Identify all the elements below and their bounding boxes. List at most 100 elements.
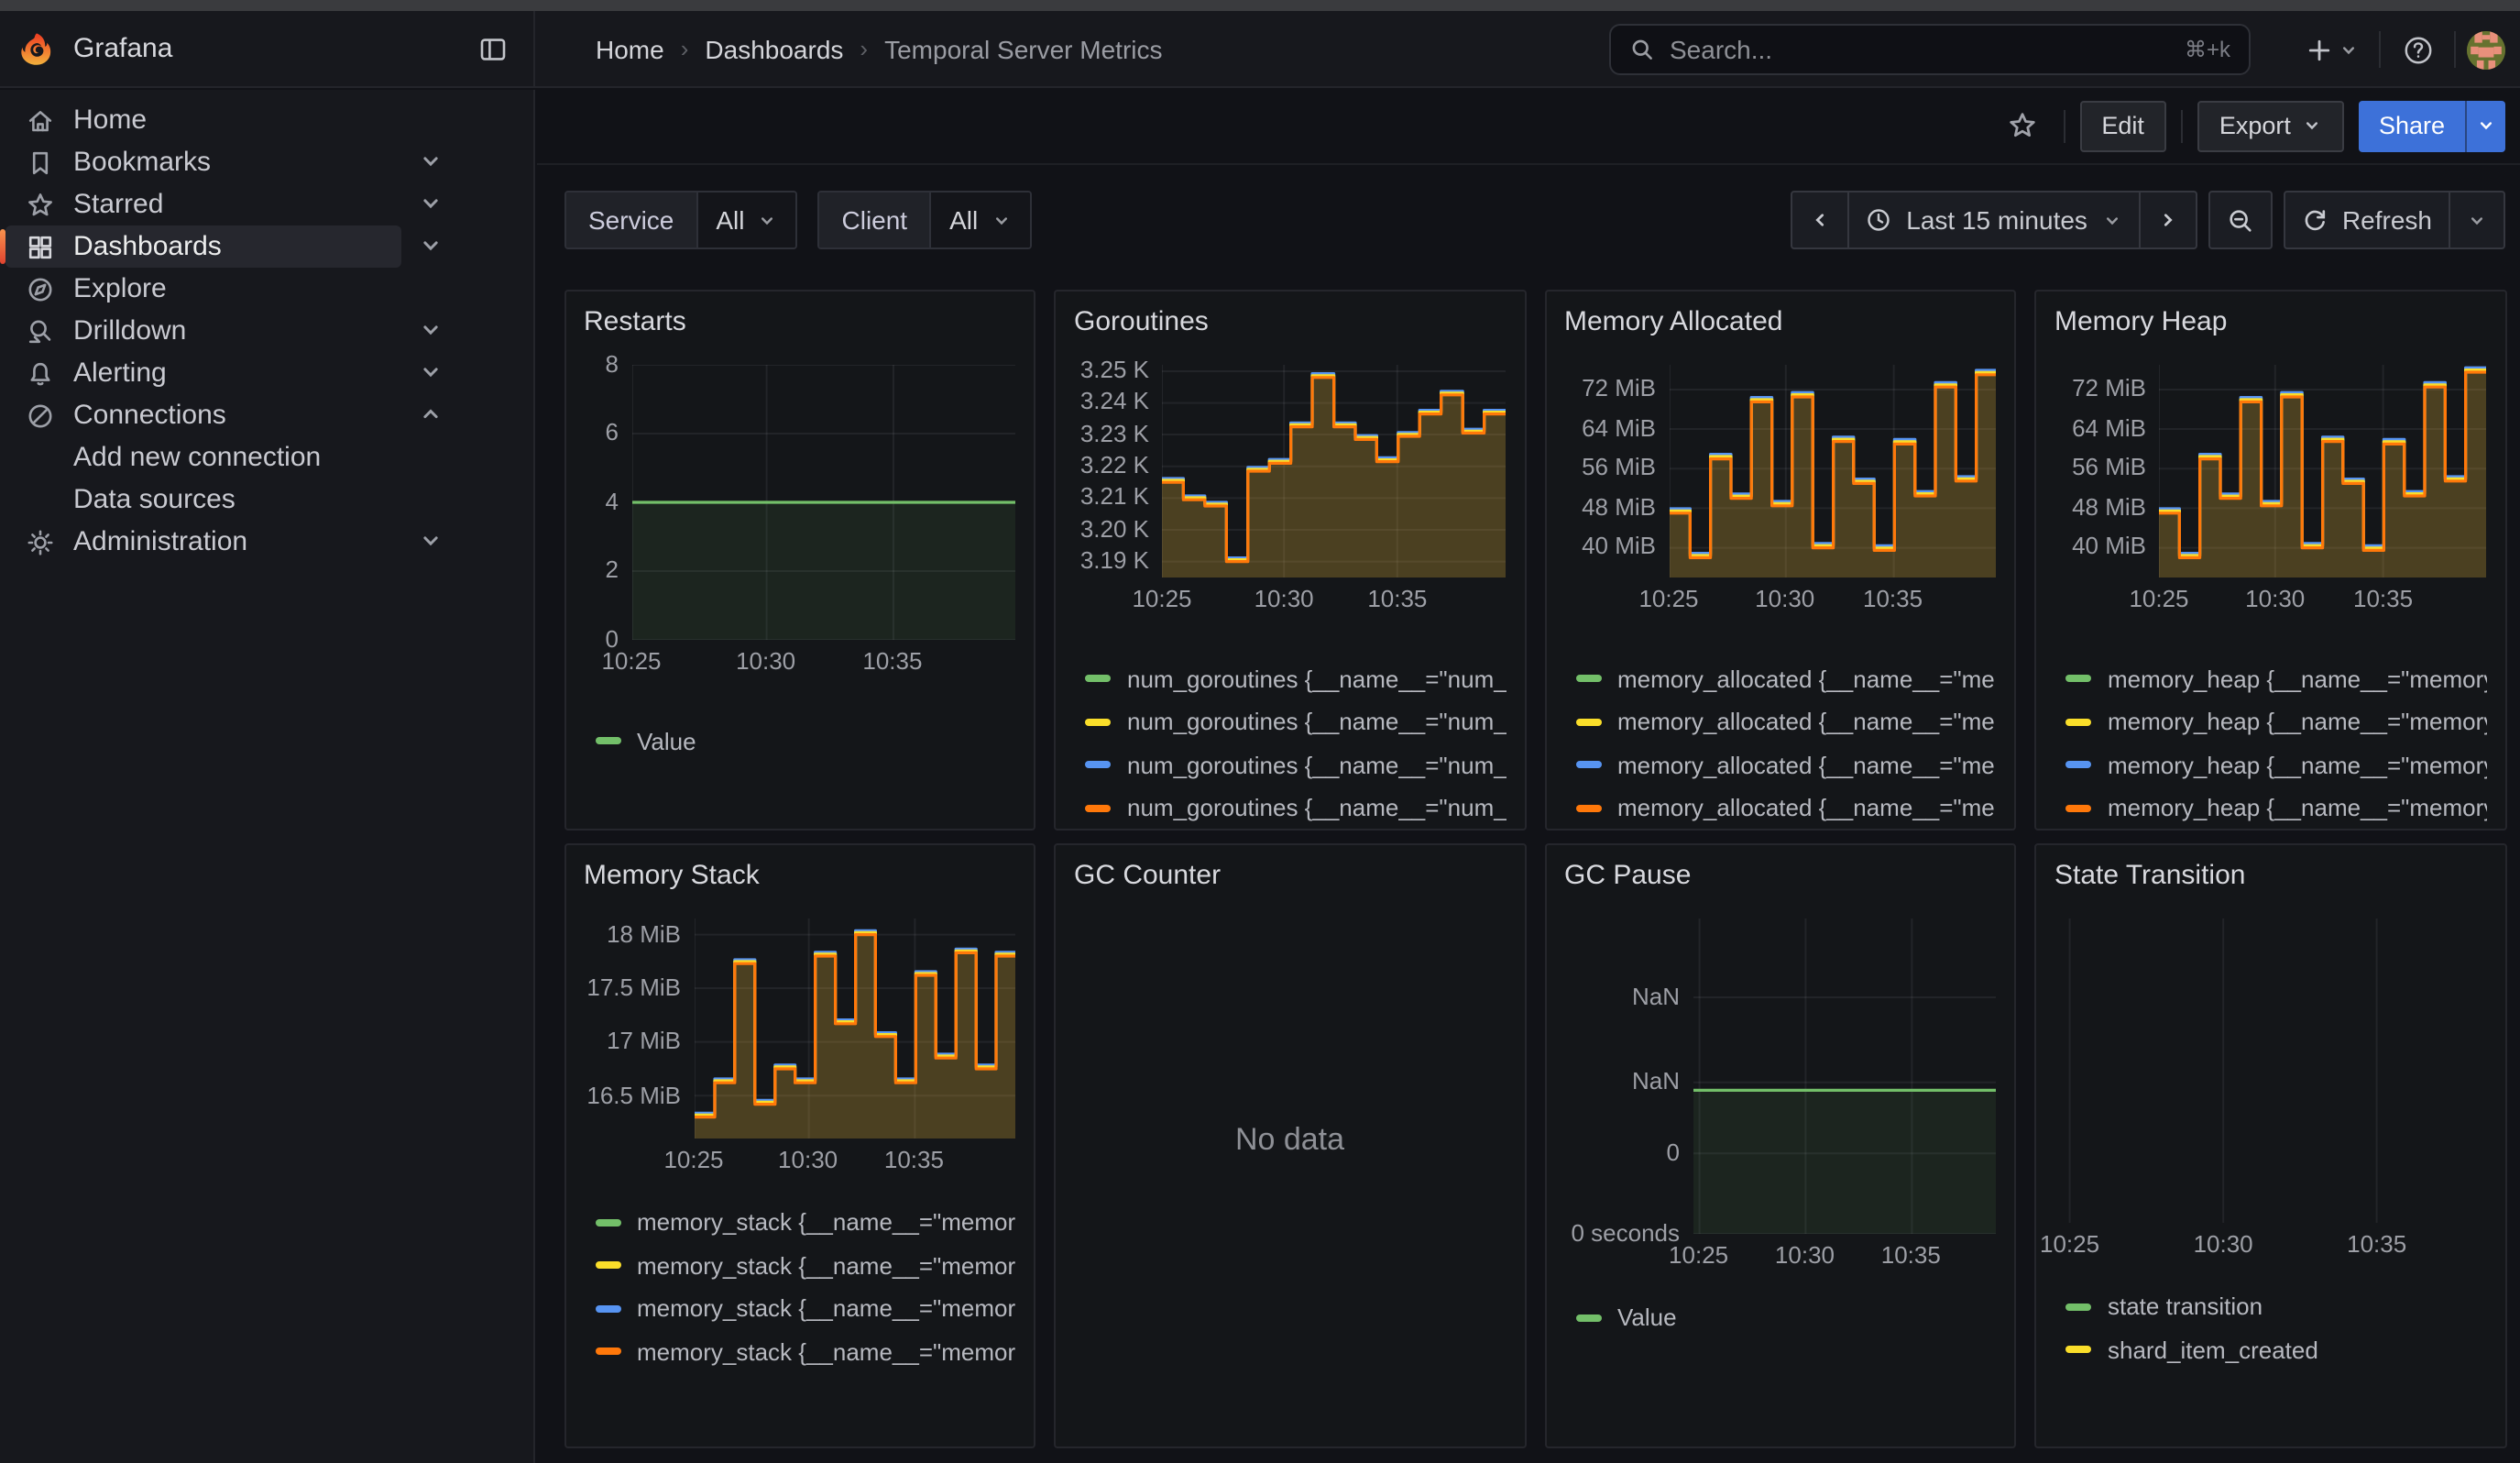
legend-series-marker [595, 738, 620, 745]
legend-series-label: memory_heap {__name__="memory_h [2108, 665, 2486, 692]
sidebar-item-add-new-connection: Add new connection [0, 436, 533, 478]
panel-title[interactable]: GC Pause [1564, 856, 1996, 896]
panel-title[interactable]: Memory Allocated [1564, 302, 1996, 342]
y-tick-label: 0 seconds [1571, 1219, 1680, 1247]
panel-state-transition: State Transition 10:2510:3010:35 state t… [2034, 843, 2506, 1448]
legend-item[interactable]: memory_stack {__name__="memory_s [584, 1287, 1015, 1330]
x-tick-label: 10:35 [1367, 584, 1427, 611]
plot-canvas[interactable] [2159, 364, 2486, 577]
legend-series-label: memory_allocated {__name__="memo [1617, 665, 1996, 692]
panel-title[interactable]: GC Counter [1074, 856, 1506, 896]
panel-title[interactable]: Memory Stack [584, 856, 1015, 896]
search-icon [1629, 37, 1655, 62]
plot-canvas[interactable] [1669, 364, 1996, 577]
legend-item[interactable]: memory_heap {__name__="memory_h [2054, 700, 2486, 743]
legend-item[interactable]: memory_stack {__name__="memory_s [584, 1244, 1015, 1287]
legend-item[interactable]: memory_heap {__name__="memory_h [2054, 743, 2486, 786]
sidebar-item-starred: Starred [0, 183, 533, 226]
breadcrumb-item[interactable]: Dashboards [705, 34, 843, 63]
panel-title[interactable]: Goroutines [1074, 302, 1506, 342]
legend-item[interactable]: memory_allocated {__name__="memo [1564, 700, 1996, 743]
grafana-logo-icon [18, 30, 55, 67]
legend-item[interactable]: memory_stack {__name__="memory_s [584, 1201, 1015, 1244]
panel-legend: Value [1564, 1296, 1996, 1339]
share-button[interactable]: Share [2359, 100, 2465, 151]
window-top-strip [0, 0, 2520, 11]
star-dashboard-icon[interactable] [1997, 100, 2048, 151]
dashboard-grid: Restarts 86420 10:2510:3010:35 Value Gor… [535, 165, 2520, 1463]
y-tick-label: NaN [1632, 983, 1680, 1010]
y-tick-label: 64 MiB [1582, 413, 1656, 441]
legend-series-label: num_goroutines {__name__="num_gor [1127, 665, 1506, 692]
plot-canvas[interactable] [631, 364, 1015, 639]
chevron-down-icon[interactable] [418, 148, 445, 176]
chevron-down-icon[interactable] [418, 191, 445, 218]
legend-item[interactable]: num_goroutines {__name__="num_gor [1074, 657, 1506, 700]
top-navbar: Grafana Home›Dashboards›Temporal Server … [0, 11, 2520, 88]
legend-item[interactable]: memory_heap {__name__="memory_h [2054, 657, 2486, 700]
chevron-down-icon[interactable] [418, 528, 445, 556]
chevron-down-icon[interactable] [418, 317, 445, 345]
breadcrumb-separator: › [860, 35, 868, 62]
legend-series-marker [595, 1262, 620, 1270]
x-tick-label: 10:30 [736, 646, 795, 674]
sidebar-nav: Home Bookmarks Starred Dashboards Explor… [0, 90, 535, 1463]
sidebar-item-label: Add new connection [73, 436, 321, 478]
legend-series-label: Value [1617, 1304, 1677, 1332]
chevron-up-icon[interactable] [418, 402, 445, 429]
legend-series-label: memory_heap {__name__="memory_h [2108, 794, 2486, 821]
search-input[interactable]: Search... ⌘+k [1609, 24, 2251, 75]
legend-item[interactable]: Value [584, 720, 1015, 763]
y-tick-label: 3.20 K [1080, 514, 1149, 542]
nav-actions [2295, 22, 2505, 77]
legend-item[interactable]: memory_allocated {__name__="memo [1564, 657, 1996, 700]
cog-icon [26, 527, 55, 556]
legend-item[interactable]: num_goroutines {__name__="num_gor [1074, 700, 1506, 743]
panel-title[interactable]: Memory Heap [2054, 302, 2486, 342]
panel-title[interactable]: Restarts [584, 302, 1015, 342]
plot-canvas[interactable] [1162, 364, 1506, 577]
search-placeholder: Search... [1670, 35, 2185, 64]
x-axis: 10:2510:3010:35 [694, 1138, 1015, 1179]
y-tick-label: 0 [1667, 1138, 1680, 1166]
share-menu-chevron-icon[interactable] [2465, 100, 2505, 151]
y-tick-label: 17.5 MiB [586, 974, 681, 1001]
legend-item[interactable]: memory_allocated {__name__="memo [1564, 743, 1996, 786]
y-tick-label: 64 MiB [2072, 413, 2146, 441]
bookmark-icon [26, 148, 55, 177]
x-axis: 10:2510:3010:35 [1162, 577, 1506, 617]
x-axis: 10:2510:3010:35 [631, 639, 1015, 679]
sidebar-toggle-icon[interactable] [478, 35, 508, 64]
panel-legend: state transitionshard_item_created [2054, 1285, 2486, 1371]
plot-canvas[interactable] [1693, 918, 1996, 1234]
breadcrumb-item: Temporal Server Metrics [884, 34, 1162, 63]
plot-canvas[interactable] [2065, 918, 2486, 1223]
x-tick-label: 10:30 [1775, 1241, 1835, 1269]
legend-series-label: memory_heap {__name__="memory_h [2108, 751, 2486, 778]
panel-title[interactable]: State Transition [2054, 856, 2486, 896]
edit-button[interactable]: Edit [2079, 100, 2166, 151]
y-axis: NaNNaN00 seconds [1564, 918, 1693, 1234]
add-new-button[interactable] [2295, 24, 2368, 75]
legend-item[interactable]: Value [1564, 1296, 1996, 1339]
x-tick-label: 10:25 [601, 646, 661, 674]
help-icon[interactable] [2392, 24, 2443, 75]
share-split-button: Share [2359, 100, 2505, 151]
legend-item[interactable]: num_goroutines {__name__="num_gor [1074, 786, 1506, 828]
breadcrumb-item[interactable]: Home [596, 34, 664, 63]
export-button[interactable]: Export [2197, 100, 2344, 151]
plot-canvas[interactable] [694, 918, 1015, 1138]
legend-item[interactable]: shard_item_created [2054, 1328, 2486, 1371]
legend-item[interactable]: state transition [2054, 1285, 2486, 1328]
chevron-down-icon[interactable] [418, 233, 445, 260]
legend-item[interactable]: memory_heap {__name__="memory_h [2054, 786, 2486, 828]
user-avatar[interactable] [2467, 30, 2505, 69]
y-tick-label: 18 MiB [607, 920, 681, 948]
legend-item[interactable]: num_goroutines {__name__="num_gor [1074, 743, 1506, 786]
legend-item[interactable]: memory_allocated {__name__="memo [1564, 786, 1996, 828]
chevron-down-icon[interactable] [418, 359, 445, 387]
legend-series-label: memory_allocated {__name__="memo [1617, 751, 1996, 778]
sidebar-item-explore: Explore [0, 268, 533, 310]
x-axis: 10:2510:3010:35 [2065, 1223, 2486, 1263]
legend-item[interactable]: memory_stack {__name__="memory_s [584, 1330, 1015, 1373]
